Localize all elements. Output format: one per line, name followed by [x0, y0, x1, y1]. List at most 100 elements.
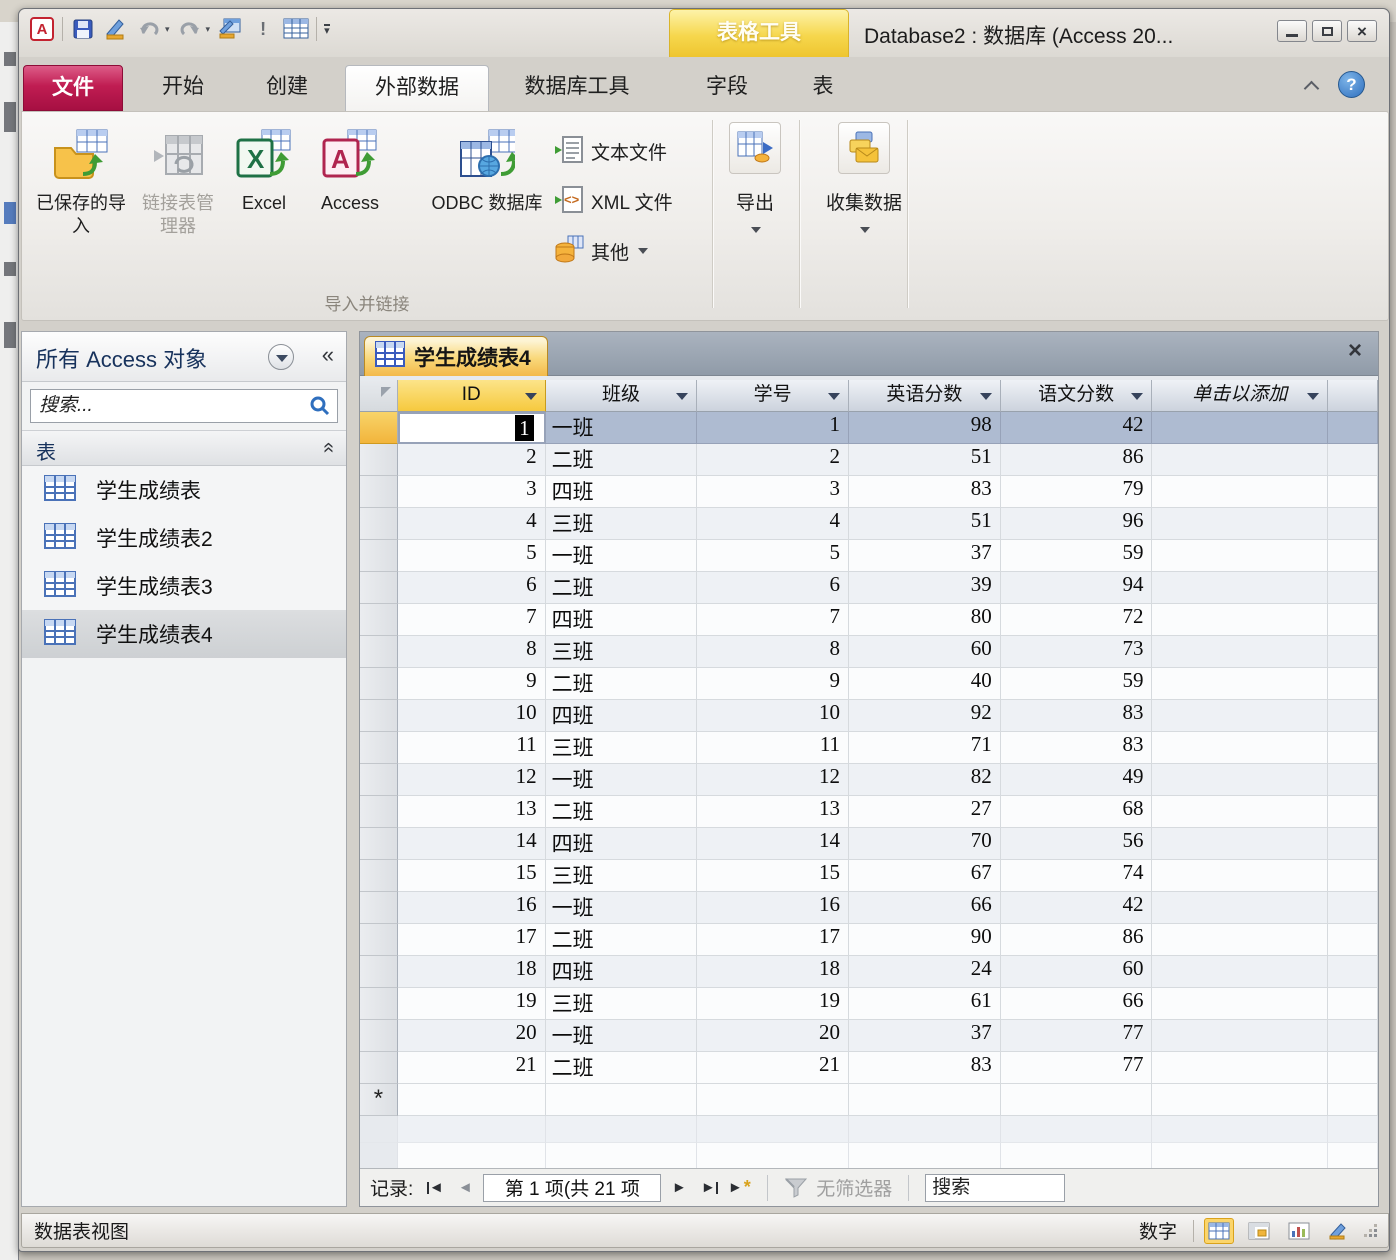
grid-cell[interactable]: 二班 [546, 668, 698, 700]
grid-cell[interactable]: 四班 [546, 476, 698, 508]
save-icon[interactable] [70, 16, 96, 42]
pivotchart-view-button[interactable] [1284, 1218, 1314, 1244]
grid-cell[interactable]: 二班 [546, 444, 698, 476]
grid-cell[interactable]: 83 [849, 1052, 1001, 1084]
shutter-close-icon[interactable]: « [322, 342, 334, 368]
grid-cell[interactable]: 40 [849, 668, 1001, 700]
grid-cell[interactable]: 四班 [546, 700, 698, 732]
row-selector[interactable] [360, 1020, 398, 1052]
grid-cell-add[interactable] [1152, 540, 1328, 572]
window-design-icon[interactable] [217, 16, 243, 42]
nav-table-item[interactable]: 学生成绩表4 [22, 610, 346, 658]
grid-cell[interactable]: 71 [849, 732, 1001, 764]
grid-cell-add[interactable] [1152, 764, 1328, 796]
minimize-button[interactable] [1277, 20, 1307, 42]
row-selector[interactable] [360, 444, 398, 476]
grid-cell[interactable]: 77 [1001, 1020, 1153, 1052]
grid-cell[interactable]: 10 [398, 700, 546, 732]
grid-cell[interactable]: 77 [1001, 1052, 1153, 1084]
tab-database-tools[interactable]: 数据库工具 [501, 65, 653, 111]
grid-cell[interactable]: 59 [1001, 540, 1153, 572]
grid-cell[interactable]: 一班 [546, 764, 698, 796]
grid-cell-add[interactable] [1152, 700, 1328, 732]
grid-cell-add[interactable] [1152, 444, 1328, 476]
design-view-button[interactable] [1324, 1218, 1354, 1244]
grid-cell[interactable]: 8 [697, 636, 849, 668]
tab-file[interactable]: 文件 [23, 65, 123, 111]
grid-cell[interactable]: 10 [697, 700, 849, 732]
column-dropdown-icon[interactable] [828, 393, 840, 400]
close-button[interactable]: × [1347, 20, 1377, 42]
grid-cell[interactable]: 18 [398, 956, 546, 988]
row-selector[interactable] [360, 796, 398, 828]
grid-cell[interactable]: 13 [398, 796, 546, 828]
grid-cell[interactable]: 5 [398, 540, 546, 572]
exclamation-icon[interactable]: ! [250, 16, 276, 42]
grid-cell[interactable]: 3 [697, 476, 849, 508]
grid-cell[interactable]: 72 [1001, 604, 1153, 636]
export-button[interactable]: 导出 [729, 122, 781, 233]
row-selector[interactable] [360, 860, 398, 892]
grid-cell[interactable]: 37 [849, 1020, 1001, 1052]
grid-cell-add[interactable] [1152, 1020, 1328, 1052]
row-selector[interactable] [360, 924, 398, 956]
grid-cell[interactable]: 四班 [546, 604, 698, 636]
grid-cell[interactable]: 94 [1001, 572, 1153, 604]
grid-cell-add[interactable] [1152, 732, 1328, 764]
grid-cell[interactable]: 三班 [546, 636, 698, 668]
grid-cell[interactable]: 2 [398, 444, 546, 476]
grid-cell[interactable]: 三班 [546, 732, 698, 764]
grid-cell-new[interactable] [398, 1084, 546, 1116]
row-selector[interactable] [360, 508, 398, 540]
column-header-英语分数[interactable]: 英语分数 [849, 380, 1001, 412]
import-xml-file-button[interactable]: <> XML 文件 [550, 176, 710, 226]
grid-cell[interactable]: 74 [1001, 860, 1153, 892]
tab-table[interactable]: 表 [785, 65, 861, 111]
grid-cell[interactable]: 82 [849, 764, 1001, 796]
grid-cell-add[interactable] [1152, 636, 1328, 668]
last-record-button[interactable]: ► [697, 1176, 721, 1200]
grid-cell[interactable]: 86 [1001, 444, 1153, 476]
grid-cell-add[interactable] [1152, 796, 1328, 828]
grid-cell-add[interactable] [1152, 572, 1328, 604]
grid-cell-add[interactable] [1152, 508, 1328, 540]
grid-cell[interactable]: 16 [697, 892, 849, 924]
grid-cell[interactable]: 6 [697, 572, 849, 604]
grid-cell[interactable]: 68 [1001, 796, 1153, 828]
grid-cell[interactable]: 66 [1001, 988, 1153, 1020]
column-header-班级[interactable]: 班级 [546, 380, 698, 412]
import-excel-button[interactable]: X Excel [224, 122, 304, 241]
redo-icon[interactable] [177, 16, 203, 42]
row-selector[interactable] [360, 988, 398, 1020]
tab-fields[interactable]: 字段 [681, 65, 773, 111]
grid-cell-add[interactable] [1152, 412, 1328, 444]
grid-cell[interactable]: 83 [1001, 700, 1153, 732]
new-record-button[interactable]: ►* [727, 1176, 751, 1200]
grid-cell-add[interactable] [1152, 668, 1328, 700]
column-dropdown-icon[interactable] [525, 393, 537, 400]
column-header-ID[interactable]: ID [398, 380, 546, 412]
grid-cell[interactable]: 60 [1001, 956, 1153, 988]
search-input[interactable] [30, 389, 338, 423]
collect-data-button[interactable]: 收集数据 [826, 122, 902, 233]
grid-cell[interactable]: 四班 [546, 956, 698, 988]
design-view-icon[interactable] [103, 16, 129, 42]
grid-cell-new[interactable] [697, 1084, 849, 1116]
row-selector[interactable] [360, 540, 398, 572]
grid-cell[interactable]: 12 [697, 764, 849, 796]
grid-cell[interactable]: 73 [1001, 636, 1153, 668]
column-header-单击以添加[interactable]: 单击以添加 [1152, 380, 1328, 412]
grid-cell-add[interactable] [1152, 860, 1328, 892]
column-dropdown-icon[interactable] [676, 393, 688, 400]
record-search-input[interactable] [925, 1174, 1065, 1202]
grid-cell[interactable]: 一班 [546, 1020, 698, 1052]
row-selector[interactable] [360, 1052, 398, 1084]
tab-external-data[interactable]: 外部数据 [345, 65, 489, 111]
grid-cell[interactable]: 20 [398, 1020, 546, 1052]
grid-cell[interactable]: 7 [398, 604, 546, 636]
grid-cell[interactable]: 8 [398, 636, 546, 668]
nav-table-item[interactable]: 学生成绩表 [22, 466, 346, 514]
document-tab[interactable]: 学生成绩表4 [364, 336, 548, 376]
grid-cell-add[interactable] [1152, 988, 1328, 1020]
grid-cell[interactable]: 24 [849, 956, 1001, 988]
